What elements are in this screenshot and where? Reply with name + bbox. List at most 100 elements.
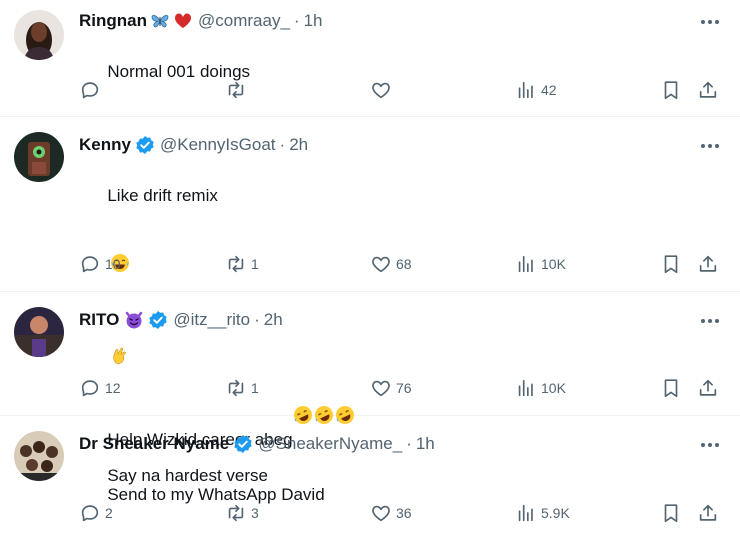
action-bar: 12 1 76 10K [79,376,719,400]
retweet-count: 1 [251,380,259,396]
reply-button[interactable]: 2 [79,501,113,525]
reply-icon [79,377,101,399]
avatar[interactable] [14,431,64,481]
avatar-image [14,10,64,60]
avatar-image [14,132,64,182]
avatar[interactable] [14,10,64,60]
share-icon [697,377,719,399]
retweet-count: 3 [251,505,259,521]
verified-badge-icon [233,434,253,454]
more-icon[interactable] [698,12,722,32]
avatar[interactable] [14,132,64,182]
like-button[interactable]: 36 [370,501,412,525]
timestamp[interactable]: 1h [304,10,323,32]
action-bar: 42 [79,78,719,102]
retweet-icon [225,253,247,275]
user-handle[interactable]: @itz__rito [173,309,250,331]
tweet-1[interactable]: Ringnan @comraay_ · 1h Normal 001 doings [0,0,740,117]
like-count: 76 [396,380,412,396]
like-icon [370,79,392,101]
like-count: 68 [396,256,412,272]
views-button[interactable]: 10K [515,252,566,276]
share-icon [697,502,719,524]
bookmark-icon [660,377,682,399]
avatar[interactable] [14,307,64,357]
smiling-devil-icon [124,310,144,330]
tweet-4[interactable]: Dr Sneaker Nyame @SneakerNyame_ · 1h Sen… [0,417,740,539]
share-icon [697,79,719,101]
user-handle[interactable]: @KennyIsGoat [160,134,276,156]
retweet-button[interactable]: 3 [225,501,259,525]
retweet-button[interactable]: 1 [225,376,259,400]
like-button[interactable] [370,78,396,102]
timestamp[interactable]: 1h [416,433,435,455]
avatar-image [14,431,64,481]
share-icon [697,253,719,275]
reply-icon [79,502,101,524]
reply-count: 2 [105,505,113,521]
share-button[interactable] [697,252,719,276]
share-button[interactable] [697,501,719,525]
bookmark-button[interactable] [660,376,682,400]
verified-badge-icon [135,135,155,155]
retweet-icon [225,79,247,101]
retweet-button[interactable] [225,78,251,102]
display-name[interactable]: Kenny [79,134,131,156]
bookmark-icon [660,79,682,101]
tweet-header: Dr Sneaker Nyame @SneakerNyame_ · 1h [79,433,435,455]
action-bar: 2 3 36 5.9K [79,501,719,525]
action-bar: 10 1 68 10K [79,252,719,276]
tweet-header: Ringnan @comraay_ · 1h [79,10,323,32]
views-button[interactable]: 10K [515,376,566,400]
like-button[interactable]: 68 [370,252,412,276]
like-icon [370,253,392,275]
red-heart-icon [173,11,193,31]
reply-icon [79,79,101,101]
retweet-icon [225,502,247,524]
retweet-button[interactable]: 1 [225,252,259,276]
reply-icon [79,253,101,275]
share-button[interactable] [697,376,719,400]
views-icon [515,502,537,524]
reply-button[interactable]: 10 [79,252,121,276]
display-name[interactable]: RITO [79,309,119,331]
like-icon [370,502,392,524]
bookmark-button[interactable] [660,78,682,102]
timestamp[interactable]: 2h [289,134,308,156]
reply-button[interactable] [79,78,105,102]
tweet-2[interactable]: Kenny @KennyIsGoat · 2h Like drift remix… [0,118,740,485]
bookmark-button[interactable] [660,501,682,525]
tweet-3[interactable]: RITO @itz__rito · 2h Help Wizkid career … [0,293,740,449]
user-handle[interactable]: @comraay_ [198,10,290,32]
display-name[interactable]: Dr Sneaker Nyame [79,433,229,455]
reply-button[interactable]: 12 [79,376,121,400]
views-button[interactable]: 5.9K [515,501,570,525]
tweet-header: RITO @itz__rito · 2h [79,309,283,331]
bookmark-button[interactable] [660,252,682,276]
more-icon[interactable] [698,136,722,156]
view-count: 10K [541,380,566,396]
views-button[interactable]: 42 [515,78,557,102]
retweet-count: 1 [251,256,259,272]
timestamp[interactable]: 2h [264,309,283,331]
tweet-header: Kenny @KennyIsGoat · 2h [79,134,309,156]
view-count: 10K [541,256,566,272]
share-button[interactable] [697,78,719,102]
view-count: 5.9K [541,505,570,521]
bookmark-icon [660,502,682,524]
display-name[interactable]: Ringnan [79,10,147,32]
retweet-icon [225,377,247,399]
tears-of-joy-emoji-icon [110,207,130,272]
butterfly-icon [150,11,170,31]
like-count: 36 [396,505,412,521]
reply-count: 12 [105,380,121,396]
like-button[interactable]: 76 [370,376,412,400]
view-count: 42 [541,82,557,98]
more-icon[interactable] [698,311,722,331]
user-handle[interactable]: @SneakerNyame_ [258,433,402,455]
verified-badge-icon [148,310,168,330]
more-icon[interactable] [698,435,722,455]
views-icon [515,79,537,101]
bookmark-icon [660,253,682,275]
avatar-image [14,307,64,357]
